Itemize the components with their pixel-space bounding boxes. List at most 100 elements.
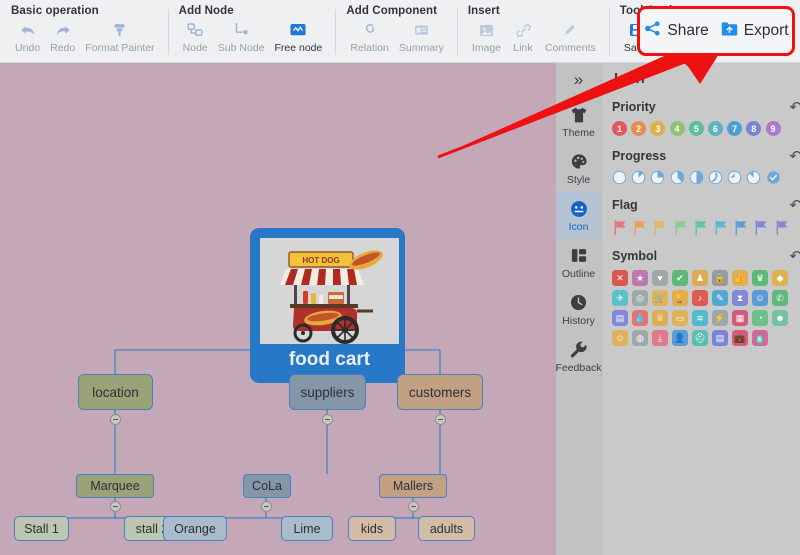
symbol-icon-10[interactable]: ◎	[632, 290, 648, 306]
add-relation-button[interactable]: Relation	[345, 19, 394, 54]
collapse-toggle-mallers[interactable]	[408, 501, 419, 512]
mindmap-node-stall-1[interactable]: Stall 1	[14, 516, 69, 541]
priority-icon-4[interactable]: 4	[669, 121, 685, 136]
symbol-icon-14[interactable]: ✎	[712, 290, 728, 306]
symbol-icon-28[interactable]: ◍	[632, 330, 648, 346]
priority-icon-1[interactable]: 1	[612, 121, 627, 136]
symbol-icon-34[interactable]: 🧴	[752, 330, 768, 346]
symbol-icon-8[interactable]: ◆	[772, 270, 788, 286]
mindmap-node-cola[interactable]: CoLa	[243, 474, 291, 498]
progress-icon-0[interactable]	[612, 170, 627, 185]
format-painter-button[interactable]: Format Painter	[80, 19, 159, 54]
symbol-icon-16[interactable]: ☺	[752, 290, 768, 306]
symbol-icon-0[interactable]: ✕	[612, 270, 628, 286]
symbol-icon-6[interactable]: 👍	[732, 270, 748, 286]
collapse-toggle-customers[interactable]	[435, 414, 446, 425]
mindmap-node-customers[interactable]: customers	[397, 374, 483, 410]
mindmap-node-suppliers[interactable]: suppliers	[289, 374, 366, 410]
symbol-icon-21[interactable]: ▭	[672, 310, 688, 326]
mindmap-node-marquee[interactable]: Marquee	[76, 474, 154, 498]
flag-icon-cyan[interactable]	[713, 219, 729, 236]
mindmap-canvas[interactable]: HOT DOG food cart location suppliers cus…	[0, 63, 556, 555]
share-button[interactable]: Share	[643, 19, 709, 43]
symbol-icon-25[interactable]: ◔	[752, 310, 768, 326]
symbol-icon-3[interactable]: ✔	[672, 270, 688, 286]
sidebar-item-history[interactable]: History	[556, 285, 601, 332]
insert-comments-button[interactable]: Comments	[540, 19, 601, 54]
symbol-icon-13[interactable]: ♪	[692, 290, 708, 306]
undo-arrow-icon[interactable]: ↶	[789, 249, 800, 264]
mindmap-node-orange[interactable]: Orange	[163, 516, 227, 541]
priority-icon-6[interactable]: 6	[707, 121, 723, 136]
priority-icon-2[interactable]: 2	[631, 121, 647, 136]
flag-icon-green[interactable]	[673, 219, 689, 236]
flag-icon-orange[interactable]	[632, 219, 648, 236]
symbol-icon-23[interactable]: ⚡	[712, 310, 728, 326]
progress-icon-62[interactable]	[708, 170, 723, 185]
priority-icon-3[interactable]: 3	[650, 121, 666, 136]
mindmap-node-mallers[interactable]: Mallers	[379, 474, 447, 498]
progress-icon-50[interactable]	[689, 170, 704, 185]
symbol-icon-20[interactable]: ♕	[652, 310, 668, 326]
symbol-icon-5[interactable]: 🔒	[712, 270, 728, 286]
redo-button[interactable]: Redo	[45, 19, 80, 54]
undo-button[interactable]: Undo	[10, 19, 45, 54]
priority-icon-8[interactable]: 8	[746, 121, 762, 136]
add-free-node-button[interactable]: Free node	[269, 19, 327, 54]
symbol-icon-29[interactable]: ⤓	[652, 330, 668, 346]
add-node-button[interactable]: Node	[178, 19, 213, 54]
symbol-icon-12[interactable]: 🏆	[672, 290, 688, 306]
progress-icon-37[interactable]	[670, 170, 685, 185]
symbol-icon-32[interactable]: ▤	[712, 330, 728, 346]
progress-icon-100[interactable]	[766, 170, 781, 185]
flag-icon-red[interactable]	[612, 219, 628, 236]
flag-icon-teal[interactable]	[693, 219, 709, 236]
collapse-toggle-marquee[interactable]	[110, 501, 121, 512]
undo-arrow-icon[interactable]: ↶	[789, 100, 800, 115]
flag-icon-yellow[interactable]	[652, 219, 668, 236]
mindmap-node-location[interactable]: location	[78, 374, 153, 410]
symbol-icon-7[interactable]: ♛	[752, 270, 768, 286]
symbol-icon-1[interactable]: ★	[632, 270, 648, 286]
symbol-icon-15[interactable]: ⧗	[732, 290, 748, 306]
symbol-icon-2[interactable]: ♥	[652, 270, 668, 286]
symbol-icon-22[interactable]: ≋	[692, 310, 708, 326]
progress-icon-12[interactable]	[631, 170, 646, 185]
symbol-icon-18[interactable]: ▤	[612, 310, 628, 326]
sidebar-item-outline[interactable]: Outline	[556, 238, 601, 285]
add-summary-button[interactable]: Summary	[394, 19, 449, 54]
sidebar-item-icon[interactable]: Icon	[556, 191, 601, 238]
mindmap-node-adults[interactable]: adults	[418, 516, 475, 541]
export-button[interactable]: Export	[720, 20, 789, 42]
chevron-double-right-icon[interactable]: »	[556, 63, 601, 97]
priority-icon-5[interactable]: 5	[688, 121, 704, 136]
collapse-toggle-location[interactable]	[110, 414, 121, 425]
symbol-icon-17[interactable]: ✆	[772, 290, 788, 306]
mindmap-node-kids[interactable]: kids	[348, 516, 396, 541]
insert-image-button[interactable]: Image	[467, 19, 506, 54]
collapse-toggle-suppliers[interactable]	[322, 414, 333, 425]
symbol-icon-30[interactable]: 👤	[672, 330, 688, 346]
sidebar-item-theme[interactable]: Theme	[556, 97, 601, 144]
sidebar-item-feedback[interactable]: Feedback	[555, 332, 602, 379]
symbol-icon-31[interactable]: ⛑	[692, 330, 708, 346]
symbol-icon-9[interactable]: ✈	[612, 290, 628, 306]
flag-icon-purple[interactable]	[774, 219, 790, 236]
collapse-toggle-cola[interactable]	[261, 501, 272, 512]
symbol-icon-33[interactable]: 💼	[732, 330, 748, 346]
priority-icon-7[interactable]: 7	[727, 121, 743, 136]
sidebar-item-style[interactable]: Style	[556, 144, 601, 191]
priority-icon-9[interactable]: 9	[765, 121, 781, 136]
progress-icon-25[interactable]	[650, 170, 665, 185]
insert-link-button[interactable]: Link	[506, 19, 540, 54]
symbol-icon-4[interactable]: ♟	[692, 270, 708, 286]
symbol-icon-26[interactable]: ☻	[772, 310, 788, 326]
flag-icon-blue[interactable]	[733, 219, 749, 236]
add-sub-node-button[interactable]: Sub Node	[213, 19, 270, 54]
flag-icon-indigo[interactable]	[753, 219, 769, 236]
mindmap-node-lime[interactable]: Lime	[281, 516, 333, 541]
mindmap-root-node[interactable]: HOT DOG food cart	[250, 228, 405, 383]
progress-icon-87[interactable]	[746, 170, 761, 185]
symbol-icon-27[interactable]: ☺	[612, 330, 628, 346]
undo-arrow-icon[interactable]: ↶	[789, 149, 800, 164]
